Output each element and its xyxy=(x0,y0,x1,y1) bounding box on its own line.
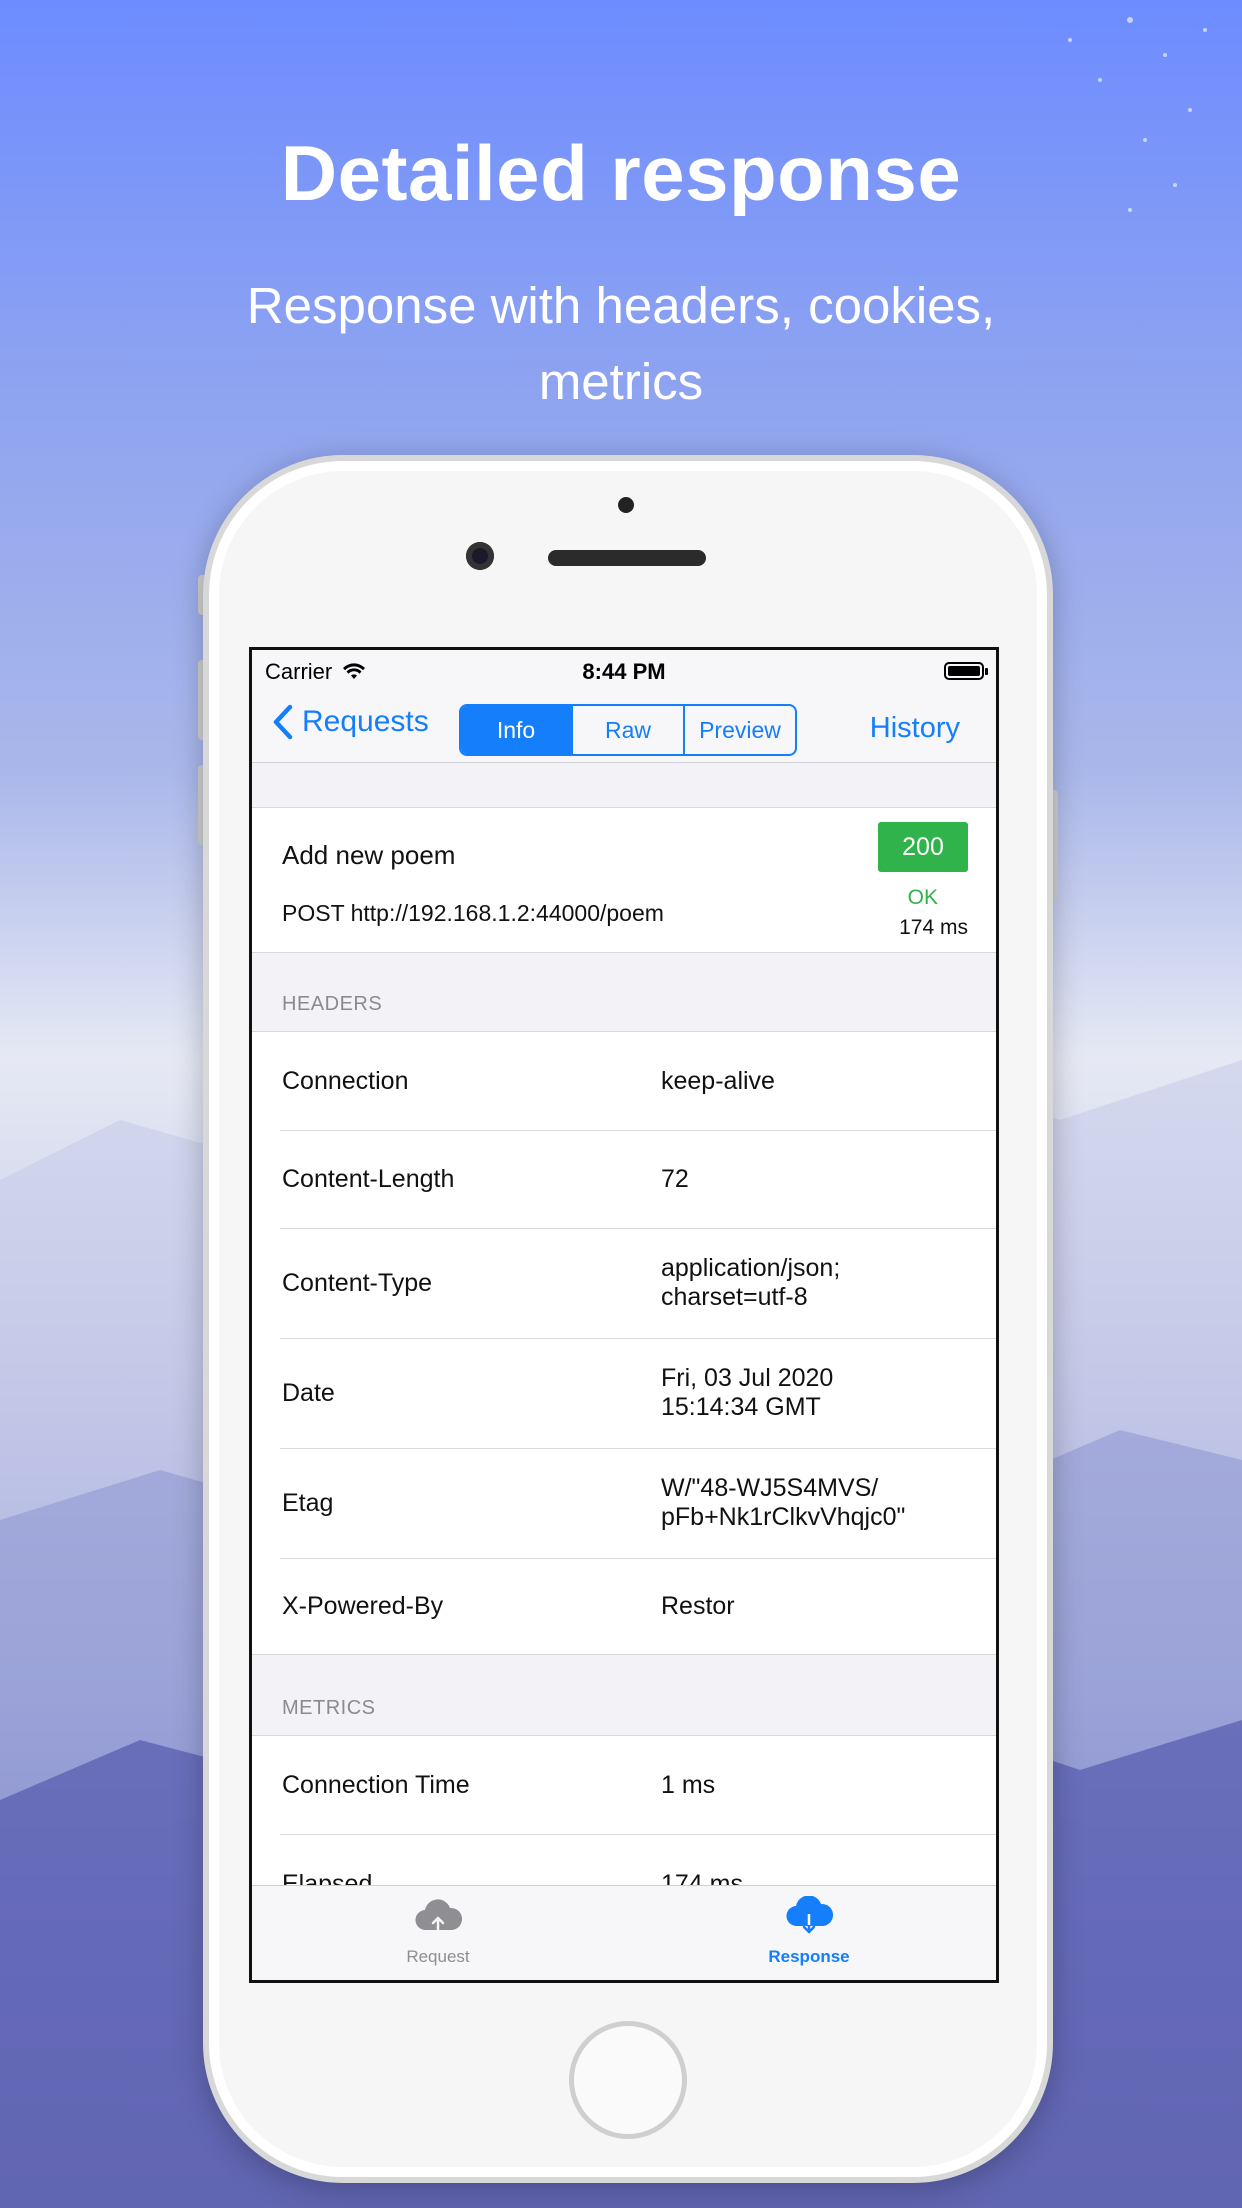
request-title: Add new poem xyxy=(282,840,456,870)
app-screen: Carrier 8:44 PM Requests Info Raw Previe… xyxy=(249,647,999,1983)
header-value: 72 xyxy=(661,1164,689,1193)
header-row: Content-Type application/json; charset=u… xyxy=(252,1228,996,1338)
header-value: W/"48-WJ5S4MVS/ pFb+Nk1rClkvVhqjc0" xyxy=(661,1474,906,1531)
metric-value: 1 ms xyxy=(661,1770,716,1799)
tab-request-label: Request xyxy=(406,1947,470,1966)
header-value: Restor xyxy=(661,1591,735,1620)
header-value: application/json; charset=utf-8 xyxy=(661,1254,841,1311)
segment-info[interactable]: Info xyxy=(461,706,573,754)
headers-section-title: HEADERS xyxy=(282,993,383,1015)
header-row: X-Powered-By Restor xyxy=(252,1558,996,1654)
status-text: OK xyxy=(907,886,938,909)
front-camera xyxy=(466,542,494,570)
header-row: Etag W/"48-WJ5S4MVS/ pFb+Nk1rClkvVhqjc0" xyxy=(252,1448,996,1558)
navigation-bar: Requests Info Raw Preview History xyxy=(252,690,996,763)
status-code-badge: 200 xyxy=(878,822,968,872)
metric-key: Connection Time xyxy=(282,1770,470,1799)
back-button-label: Requests xyxy=(302,705,429,738)
headers-table: Connection keep-alive Content-Length 72 … xyxy=(252,1031,996,1655)
header-value: keep-alive xyxy=(661,1066,775,1095)
metrics-section-title: METRICS xyxy=(282,1697,376,1719)
header-key: X-Powered-By xyxy=(282,1591,444,1620)
cloud-upload-icon xyxy=(415,1899,463,1934)
status-time: 8:44 PM xyxy=(582,659,666,684)
header-key: Content-Length xyxy=(282,1164,455,1193)
header-key: Connection xyxy=(282,1066,409,1095)
metric-row: Connection Time 1 ms xyxy=(252,1736,996,1834)
home-button[interactable] xyxy=(569,2021,687,2139)
header-value: Fri, 03 Jul 2020 15:14:34 GMT xyxy=(661,1364,834,1421)
status-bar: Carrier 8:44 PM xyxy=(252,650,996,690)
chevron-left-icon xyxy=(273,704,293,740)
header-key: Content-Type xyxy=(282,1268,433,1297)
header-key: Etag xyxy=(282,1488,334,1517)
response-duration: 174 ms xyxy=(899,916,968,939)
hero-subtitle: Response with headers, cookies, metrics xyxy=(246,277,996,410)
tab-bar: Request Response xyxy=(252,1885,996,1980)
header-key: Date xyxy=(282,1378,335,1407)
view-segmented-control: Info Raw Preview xyxy=(459,704,797,756)
segment-raw[interactable]: Raw xyxy=(573,706,685,754)
tab-request[interactable]: Request xyxy=(338,1896,538,1967)
battery-icon xyxy=(944,662,984,680)
tab-response[interactable]: Response xyxy=(709,1895,909,1967)
hero-title: Detailed response xyxy=(280,129,962,217)
response-summary: Add new poem POST http://192.168.1.2:440… xyxy=(252,807,996,953)
segment-preview[interactable]: Preview xyxy=(685,706,795,754)
earpiece-speaker xyxy=(548,550,706,566)
cloud-download-icon xyxy=(786,1895,834,1934)
header-row: Content-Length 72 xyxy=(252,1130,996,1228)
battery-cap xyxy=(985,668,988,675)
back-button[interactable]: Requests xyxy=(272,704,429,740)
header-row: Connection keep-alive xyxy=(252,1032,996,1130)
history-button[interactable]: History xyxy=(870,712,960,745)
request-line: POST http://192.168.1.2:44000/poem xyxy=(282,900,664,926)
proximity-sensor xyxy=(618,497,634,513)
header-row: Date Fri, 03 Jul 2020 15:14:34 GMT xyxy=(252,1338,996,1448)
tab-response-label: Response xyxy=(768,1947,850,1966)
